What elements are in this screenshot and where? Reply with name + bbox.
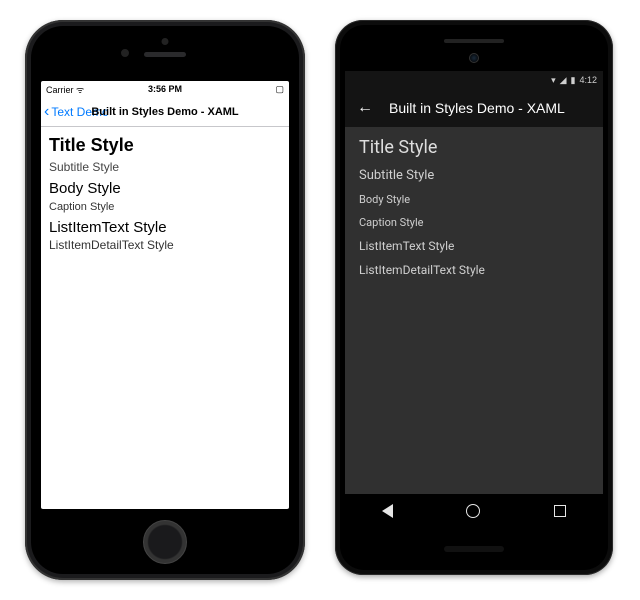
label-body-style: Body Style (359, 193, 589, 206)
nav-home-icon[interactable] (466, 504, 480, 518)
label-caption-style: Caption Style (49, 201, 281, 213)
battery-icon: ▮ (571, 75, 576, 86)
label-subtitle-style: Subtitle Style (359, 168, 589, 183)
nav-recents-icon[interactable] (554, 505, 566, 517)
android-device-frame: ▾ ◢ ▮ 4:12 ← Built in Styles Demo - XAML… (335, 20, 613, 575)
carrier-label: Carrier ᯤ (46, 83, 84, 96)
android-bezel: ▾ ◢ ▮ 4:12 ← Built in Styles Demo - XAML… (340, 25, 608, 570)
device-brand-mark-icon (444, 546, 504, 552)
chevron-left-icon: ‹ (44, 104, 49, 120)
nav-back-icon[interactable] (382, 504, 393, 518)
iphone-device-frame: Carrier ᯤ 3:56 PM ▢ ‹ Text Demo Built in… (25, 20, 305, 580)
iphone-bezel: Carrier ᯤ 3:56 PM ▢ ‹ Text Demo Built in… (31, 26, 299, 574)
earpiece-speaker-icon (444, 39, 504, 43)
label-subtitle-style: Subtitle Style (49, 160, 281, 174)
front-camera-icon (469, 53, 479, 63)
wifi-icon: ▾ (551, 75, 556, 86)
ios-status-bar: Carrier ᯤ 3:56 PM ▢ (41, 81, 289, 97)
label-body-style: Body Style (49, 180, 281, 197)
ios-navigation-bar: ‹ Text Demo Built in Styles Demo - XAML (41, 97, 289, 127)
clock-label: 4:12 (579, 75, 597, 85)
clock-label: 3:56 PM (148, 84, 182, 94)
label-listitemtext-style: ListItemText Style (49, 219, 281, 236)
page-title: Built in Styles Demo - XAML (389, 100, 565, 116)
android-navigation-bar (345, 494, 603, 528)
earpiece-speaker-icon (144, 52, 186, 57)
label-title-style: Title Style (359, 137, 589, 158)
label-title-style: Title Style (49, 135, 281, 156)
battery-icon: ▢ (275, 84, 284, 95)
home-button[interactable] (143, 520, 187, 564)
label-listitemdetailtext-style: ListItemDetailText Style (49, 238, 281, 252)
label-listitemdetailtext-style: ListItemDetailText Style (359, 263, 589, 277)
android-content-area: Title Style Subtitle Style Body Style Ca… (345, 127, 603, 494)
front-camera-icon (121, 49, 129, 57)
page-title: Built in Styles Demo - XAML (91, 106, 238, 118)
signal-icon: ◢ (560, 75, 567, 86)
label-listitemtext-style: ListItemText Style (359, 239, 589, 253)
android-app-bar: ← Built in Styles Demo - XAML (345, 89, 603, 127)
android-screen: ▾ ◢ ▮ 4:12 ← Built in Styles Demo - XAML… (345, 71, 603, 528)
wifi-icon: ᯤ (76, 85, 84, 95)
android-status-bar: ▾ ◢ ▮ 4:12 (345, 71, 603, 89)
iphone-screen: Carrier ᯤ 3:56 PM ▢ ‹ Text Demo Built in… (41, 81, 289, 509)
label-caption-style: Caption Style (359, 216, 589, 229)
ios-content-area: Title Style Subtitle Style Body Style Ca… (41, 127, 289, 509)
back-arrow-icon[interactable]: ← (357, 100, 373, 116)
proximity-sensor-icon (162, 38, 169, 45)
